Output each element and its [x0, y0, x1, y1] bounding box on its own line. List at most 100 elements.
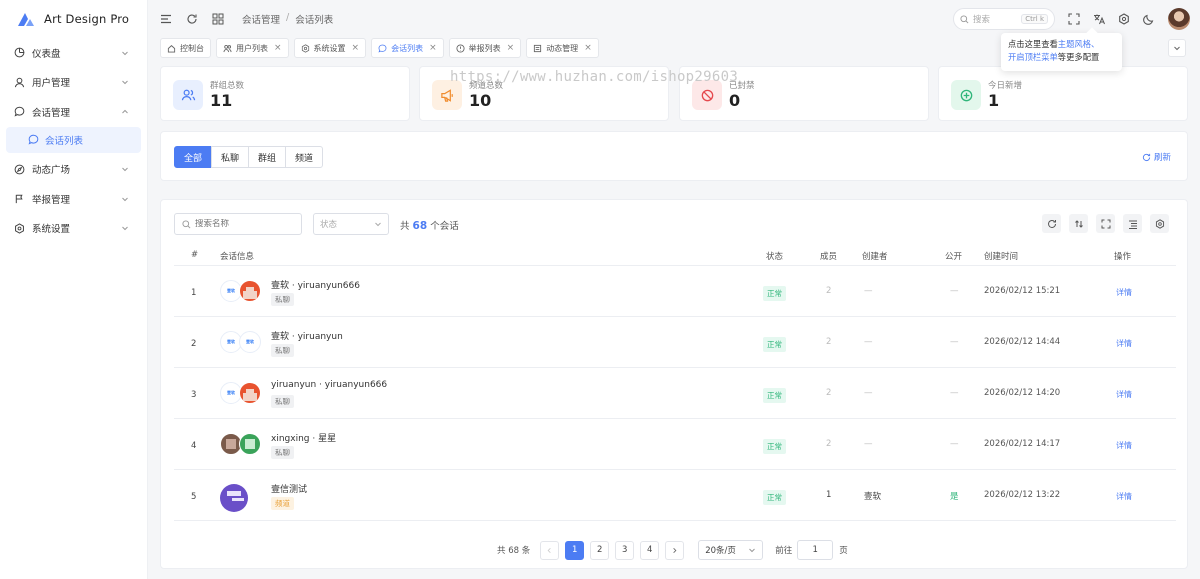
column-header: 创建者: [862, 252, 888, 262]
sidebar-item-label: 仪表盘: [32, 48, 61, 60]
page-button[interactable]: 2: [590, 540, 610, 560]
session-count: 共 68 个会话: [400, 218, 459, 232]
tabs-more-button[interactable]: [1168, 39, 1186, 57]
tooltip-link-theme[interactable]: 主题风格: [1058, 39, 1091, 49]
menu-toggle-icon[interactable]: [160, 13, 172, 25]
table-row[interactable]: 5 壹信测试 频道 正常 1 壹软 是 2026/02/12 13:22 详情: [174, 470, 1176, 521]
fullscreen-icon[interactable]: [1068, 13, 1080, 25]
tab-2[interactable]: 系统设置 ×: [293, 38, 367, 58]
tooltip-link-topmenu[interactable]: 开启顶栏菜单: [1008, 52, 1058, 62]
tab-0[interactable]: 控制台: [160, 38, 211, 58]
sidebar-item-1[interactable]: 用户管理: [0, 68, 147, 98]
gear-icon[interactable]: [1118, 13, 1130, 25]
table-fullscreen-button[interactable]: [1096, 214, 1115, 233]
breadcrumb-item: 会话列表: [295, 15, 334, 26]
name-search-input[interactable]: [195, 219, 295, 229]
detail-link[interactable]: 详情: [1116, 338, 1132, 349]
creator: 壹软: [864, 492, 882, 502]
sidebar-item-label: 动态广场: [32, 165, 71, 177]
tab-3[interactable]: 会话列表 ×: [371, 38, 444, 58]
table-row[interactable]: 2 壹软 壹软 壹软 · yiruanyun 私聊 正常 2 — — 2026/02/12 14:…: [174, 317, 1176, 368]
flag-icon: [14, 193, 25, 204]
detail-link[interactable]: 详情: [1116, 491, 1132, 502]
close-icon[interactable]: ×: [507, 43, 515, 53]
column-header: 会话信息: [220, 252, 255, 262]
tab-5[interactable]: 动态管理 ×: [526, 38, 599, 58]
page-button[interactable]: 1: [565, 540, 585, 560]
sidebar-item-2[interactable]: 会话管理: [0, 97, 147, 127]
sidebar-item-4[interactable]: 动态广场: [0, 155, 147, 185]
list-icon: [1128, 219, 1138, 229]
brand[interactable]: Art Design Pro: [0, 0, 147, 38]
table-density-button[interactable]: [1069, 214, 1088, 233]
member-count: 2: [826, 388, 832, 398]
table-settings-button[interactable]: [1150, 214, 1169, 233]
tab-label: 用户列表: [236, 43, 268, 53]
breadcrumb-item[interactable]: 会话管理: [242, 12, 280, 26]
goto-page-input[interactable]: 1: [797, 540, 834, 560]
tab-label: 动态管理: [546, 43, 579, 53]
sidebar-item-0[interactable]: 仪表盘: [0, 38, 147, 68]
avatar: [239, 280, 261, 302]
created-time: 2026/02/12 13:22: [984, 490, 1061, 500]
avatar-logo-text: 壹软: [227, 288, 235, 293]
filter-segment[interactable]: 全部: [174, 146, 213, 168]
close-icon[interactable]: ×: [274, 43, 282, 53]
sidebar-item-session-list[interactable]: 会话列表: [6, 126, 141, 153]
close-icon[interactable]: ×: [429, 43, 437, 53]
global-search[interactable]: 搜索 Ctrl k: [953, 8, 1055, 30]
public-flag: —: [950, 286, 959, 296]
status-badge: 正常: [763, 490, 786, 505]
grid-icon[interactable]: [212, 13, 224, 25]
close-icon[interactable]: ×: [352, 43, 360, 53]
breadcrumb: 会话管理 / 会话列表: [242, 12, 333, 26]
filter-segment[interactable]: 私聊: [211, 146, 250, 168]
created-time: 2026/02/12 14:44: [984, 337, 1061, 347]
table-row[interactable]: 4 xingxing · 星星 私聊 正常 2 — — 2026/02/12 14:17 详情: [174, 419, 1176, 470]
table-refresh-button[interactable]: [1042, 214, 1061, 233]
next-page-button[interactable]: [665, 540, 685, 560]
breadcrumb-separator: /: [286, 12, 290, 23]
table-columns-button[interactable]: [1123, 214, 1142, 233]
count-prefix: 共: [400, 221, 410, 232]
translate-icon[interactable]: [1093, 13, 1105, 25]
chevron-left-icon: [546, 547, 553, 554]
sidebar-item-6[interactable]: 系统设置: [0, 214, 147, 244]
session-type-badge: 私聊: [271, 446, 294, 459]
page-button[interactable]: 3: [615, 540, 635, 560]
tab-label: 举报列表: [468, 43, 501, 53]
session-type-badge: 私聊: [271, 293, 294, 306]
chevron-right-icon: [671, 547, 678, 554]
sidebar-nav: 仪表盘用户管理 会话管理 会话列表动态广场举报管理 系统设置: [0, 38, 147, 243]
close-icon[interactable]: ×: [584, 43, 592, 53]
detail-link[interactable]: 详情: [1116, 389, 1132, 400]
pager-total: 共 68 条: [497, 546, 531, 556]
user-avatar[interactable]: [1168, 8, 1190, 30]
tab-label: 会话列表: [391, 43, 424, 53]
reload-icon[interactable]: [186, 13, 198, 25]
prev-page-button[interactable]: [540, 540, 560, 560]
member-count: 2: [826, 337, 832, 347]
page-button[interactable]: 4: [640, 540, 660, 560]
filter-segment[interactable]: 群组: [248, 146, 287, 168]
member-count: 1: [826, 490, 832, 500]
table-row[interactable]: 3 壹软 yiruanyun · yiruanyun666 私聊 正常 2 — — 2026/0…: [174, 368, 1176, 419]
table-row[interactable]: 1 壹软 壹软 · yiruanyun666 私聊 正常 2 — — 2026/02/12 15…: [174, 266, 1176, 317]
public-flag: —: [950, 388, 959, 398]
sidebar-item-5[interactable]: 举报管理: [0, 184, 147, 214]
detail-link[interactable]: 详情: [1116, 440, 1132, 451]
chevron-down-icon: [1173, 44, 1181, 52]
detail-link[interactable]: 详情: [1116, 287, 1132, 298]
tab-bar: 控制台 用户列表 × 系统设置 × 会话列表 × 举报列表 × 动态管理 ×: [160, 38, 599, 60]
users-icon: [223, 44, 232, 53]
tab-4[interactable]: 举报列表 ×: [448, 38, 522, 58]
status-select[interactable]: 状态: [313, 213, 389, 235]
search-shortcut: Ctrl k: [1021, 14, 1048, 24]
refresh-label: 刷新: [1153, 153, 1171, 163]
moon-icon[interactable]: [1143, 13, 1155, 25]
page-size-select[interactable]: 20条/页: [698, 540, 764, 560]
refresh-button[interactable]: 刷新: [1142, 151, 1171, 163]
tab-1[interactable]: 用户列表 ×: [216, 38, 289, 58]
name-search[interactable]: [174, 213, 302, 235]
filter-segment[interactable]: 频道: [285, 146, 324, 168]
